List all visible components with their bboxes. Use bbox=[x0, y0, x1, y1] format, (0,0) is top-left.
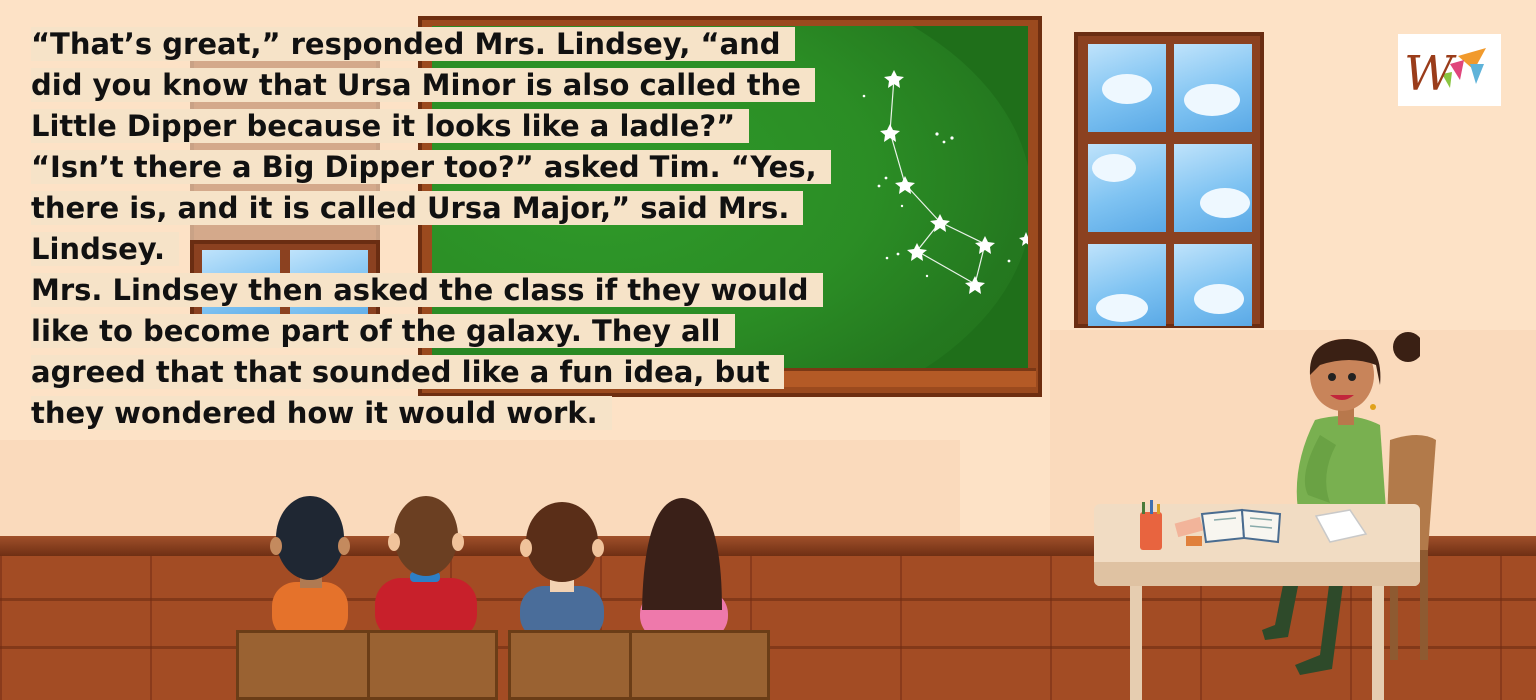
open-book-icon bbox=[1200, 508, 1282, 544]
pencil-cup-icon bbox=[1140, 500, 1162, 550]
star-icon bbox=[862, 70, 1028, 294]
story-line: did you know that Ursa Minor is also cal… bbox=[0, 65, 870, 106]
desk-items bbox=[1140, 500, 1368, 550]
story-line: Mrs. Lindsey then asked the class if the… bbox=[0, 270, 870, 311]
story-line: Little Dipper because it looks like a la… bbox=[0, 106, 870, 147]
story-text: “That’s great,” responded Mrs. Lindsey, … bbox=[0, 24, 870, 434]
story-line: “Isn’t there a Big Dipper too?” asked Ti… bbox=[0, 147, 870, 188]
logo-icon: W bbox=[1398, 34, 1501, 106]
student bbox=[270, 496, 350, 640]
student-desk bbox=[236, 630, 498, 700]
story-line: there is, and it is called Ursa Major,” … bbox=[0, 188, 870, 229]
student bbox=[640, 498, 728, 640]
students bbox=[270, 496, 728, 640]
story-line: like to become part of the galaxy. They … bbox=[0, 311, 870, 352]
story-line: agreed that that sounded like a fun idea… bbox=[0, 352, 870, 393]
classroom-scene: W “That’s great,” responded Mrs. Lindsey… bbox=[0, 0, 1536, 700]
story-line: they wondered how it would work. bbox=[0, 393, 870, 434]
story-line: “That’s great,” responded Mrs. Lindsey, … bbox=[0, 24, 870, 65]
student bbox=[520, 502, 604, 640]
story-line: Lindsey. bbox=[0, 229, 870, 270]
student bbox=[375, 496, 477, 640]
svg-text:W: W bbox=[1404, 46, 1457, 102]
right-window bbox=[1074, 32, 1264, 328]
student-desk bbox=[508, 630, 770, 700]
